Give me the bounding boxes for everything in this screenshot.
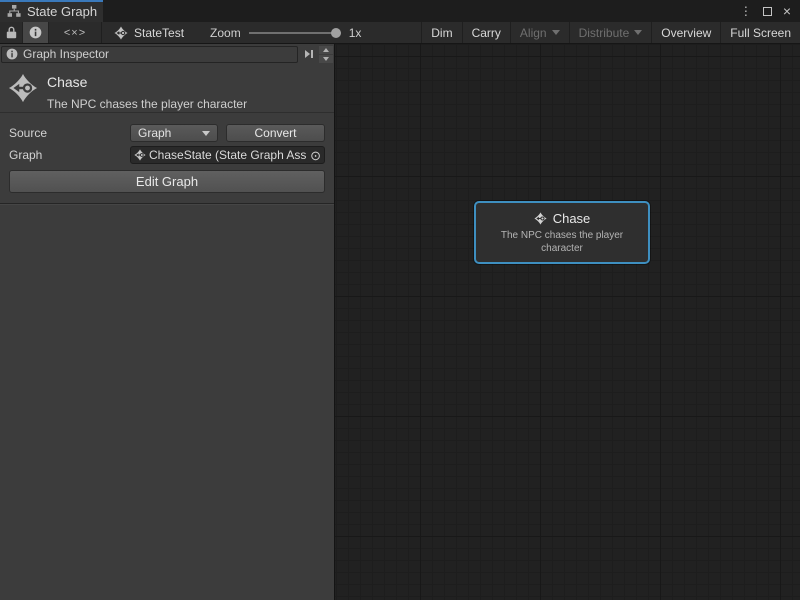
graph-object-field[interactable]: ChaseState (State Graph Ass ⊙ [130,146,325,164]
convert-button[interactable]: Convert [226,124,325,142]
state-summary-header: Chase The NPC chases the player characte… [0,63,334,113]
distribute-button[interactable]: Distribute [569,22,652,43]
titlebar: State Graph ⋮ × [0,0,800,22]
state-title: Chase [47,74,247,90]
main-area: Graph Inspector [0,44,800,600]
align-button-label: Align [520,26,547,40]
source-row: Source Graph Convert [9,124,325,142]
tab-active-indicator [0,0,103,2]
panel-scroll-spinner [319,46,333,63]
dock-panel-button[interactable] [300,46,317,63]
align-button[interactable]: Align [510,22,569,43]
state-icon [534,212,547,225]
inspector-header-title: Graph Inspector [23,47,109,61]
dim-button-label: Dim [431,26,452,40]
overview-button-label: Overview [661,26,711,40]
zoom-slider-thumb[interactable] [331,28,341,38]
graph-reference-label: StateTest [134,26,184,40]
code-view-button[interactable]: <×> [49,22,101,43]
dock-right-icon-bar [311,50,313,58]
window-menu-icon[interactable]: ⋮ [740,5,752,17]
carry-button[interactable]: Carry [462,22,510,43]
hierarchy-icon [7,5,21,17]
align-dropdown-caret-icon [552,30,560,35]
chevron-up-icon [323,48,329,52]
dock-right-icon [305,50,310,58]
code-icon: <×> [64,27,86,39]
dropdown-caret-icon [202,131,210,136]
graph-canvas[interactable]: Chase The NPC chases the player characte… [335,44,800,600]
state-graph-icon [114,26,128,40]
node-description: The NPC chases the player character [482,229,642,255]
close-icon[interactable]: × [783,4,791,18]
edit-graph-button[interactable]: Edit Graph [9,170,325,193]
node-title-row: Chase [534,211,591,226]
graph-reference-button[interactable]: StateTest [102,22,196,43]
convert-button-label: Convert [254,126,296,140]
state-icon [8,73,38,103]
graph-row: Graph ChaseState (Stat [9,146,325,164]
zoom-slider[interactable] [249,32,341,34]
inspector-toggle-button[interactable] [22,22,49,43]
lock-icon [6,26,17,39]
source-dropdown[interactable]: Graph [130,124,218,142]
lock-button[interactable] [0,22,22,43]
state-summary-text: Chase The NPC chases the player characte… [47,73,247,111]
graph-label: Graph [9,148,130,162]
object-picker-icon[interactable]: ⊙ [310,149,322,162]
graph-object-value: ChaseState (State Graph Ass [149,148,307,162]
inspector-header-row: Graph Inspector [0,44,334,63]
fullscreen-button[interactable]: Full Screen [720,22,800,43]
zoom-control: Zoom 1x [196,22,361,43]
scroll-up-button[interactable] [319,46,333,54]
tab-title: State Graph [27,4,97,19]
zoom-value: 1x [349,26,362,40]
info-icon [6,48,18,60]
tab-state-graph[interactable]: State Graph [0,0,103,22]
inspector-empty-area [0,204,334,600]
carry-button-label: Carry [472,26,501,40]
zoom-label: Zoom [210,26,241,40]
fullscreen-button-label: Full Screen [730,26,791,40]
distribute-dropdown-caret-icon [634,30,642,35]
chase-state-node[interactable]: Chase The NPC chases the player characte… [474,201,650,264]
graph-inspector-panel: Graph Inspector [0,44,335,600]
state-graph-window: State Graph ⋮ × [0,0,800,600]
info-icon [29,26,42,39]
dim-button[interactable]: Dim [421,22,461,43]
overview-button[interactable]: Overview [651,22,720,43]
edit-graph-button-label: Edit Graph [136,174,198,189]
inspector-header-selector[interactable]: Graph Inspector [1,46,298,63]
state-graph-asset-icon [134,149,146,161]
node-title: Chase [553,211,591,226]
distribute-button-label: Distribute [579,26,630,40]
source-label: Source [9,126,130,140]
toolbar: <×> StateTest Zoom 1x Dim [0,22,800,44]
maximize-icon[interactable] [763,7,772,16]
state-description: The NPC chases the player character [47,97,247,111]
scroll-down-button[interactable] [319,55,333,63]
source-dropdown-value: Graph [138,126,171,140]
toolbar-right-group: Dim Carry Align Distribute Overview Full… [421,22,800,43]
window-controls: ⋮ × [740,0,800,22]
chevron-down-icon [323,57,329,61]
inspector-fields: Source Graph Convert Graph [0,113,334,204]
